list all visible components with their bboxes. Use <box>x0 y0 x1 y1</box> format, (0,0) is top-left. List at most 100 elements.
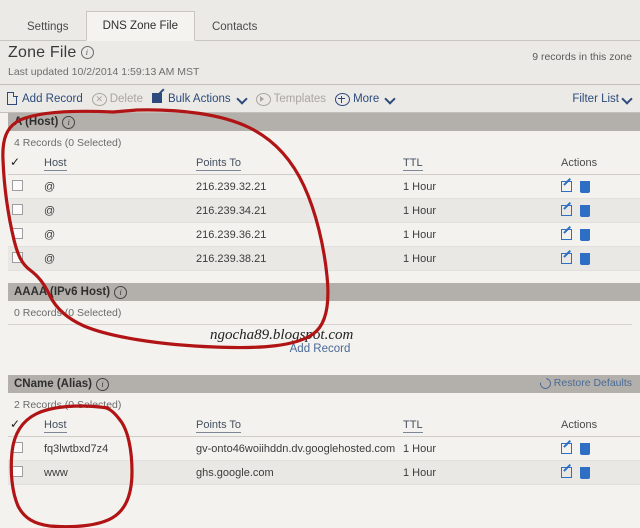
more-button[interactable]: More <box>335 92 395 106</box>
delete-button[interactable]: ✕ Delete <box>91 92 143 106</box>
row-actions <box>561 437 640 461</box>
table-row[interactable]: @ 216.239.36.21 1 Hour <box>8 222 640 247</box>
row-host: @ <box>44 204 56 217</box>
row-select-cell[interactable] <box>8 461 44 485</box>
row-host: @ <box>44 252 56 265</box>
row-select-cell[interactable] <box>8 247 44 271</box>
tab-contacts[interactable]: Contacts <box>195 13 274 40</box>
bulk-actions-label: Bulk Actions <box>167 92 231 105</box>
row-actions <box>561 461 640 485</box>
row-checkbox[interactable] <box>12 179 23 191</box>
restore-defaults-label: Restore Defaults <box>553 377 632 389</box>
row-select-cell[interactable] <box>8 437 44 461</box>
tab-contacts-label: Contacts <box>211 21 258 33</box>
tab-strip: Settings DNS Zone File Contacts <box>0 0 640 41</box>
records-table: ✓ Host Points To TTL Actions fq3lwtbxd7z… <box>8 416 640 485</box>
toolbar-actions: Add Record ✕ Delete Bulk Actions Templat… <box>6 85 395 112</box>
table-row[interactable]: @ 216.239.38.21 1 Hour <box>8 246 640 271</box>
filter-list-label: Filter List <box>572 92 619 105</box>
row-points-to: 216.239.36.21 <box>196 228 267 241</box>
tab-list: Settings DNS Zone File Contacts <box>10 11 274 41</box>
circle-plus-icon <box>335 92 351 106</box>
column-host-label: Host <box>44 419 67 433</box>
chevron-down-icon[interactable] <box>623 94 632 103</box>
trash-icon[interactable] <box>580 252 590 265</box>
column-points-to[interactable]: Points To <box>196 154 403 175</box>
section-header: A (Host) i <box>8 113 640 131</box>
tab-dns-zone-file-label: DNS Zone File <box>102 20 178 32</box>
tab-dns-zone-file[interactable]: DNS Zone File <box>85 11 195 41</box>
section-header: CName (Alias) i Restore Defaults <box>8 375 640 393</box>
trash-icon[interactable] <box>580 466 590 479</box>
templates-button[interactable]: Templates <box>255 92 326 106</box>
restore-defaults-button[interactable]: Restore Defaults <box>537 375 632 391</box>
table-row[interactable]: @ 216.239.34.21 1 Hour <box>8 198 640 223</box>
column-actions-label: Actions <box>561 157 598 169</box>
column-points-to[interactable]: Points To <box>196 416 403 437</box>
column-ttl-label: TTL <box>403 157 423 171</box>
section-a-host: A (Host) i 4 Records (0 Selected) ✓ Host… <box>0 113 640 283</box>
trash-icon[interactable] <box>580 204 590 217</box>
edit-icon[interactable] <box>561 467 572 478</box>
column-ttl[interactable]: TTL <box>403 154 561 175</box>
section-record-summary: 0 Records (0 Selected) <box>14 307 122 319</box>
trash-icon[interactable] <box>580 228 590 241</box>
edit-icon[interactable] <box>561 253 572 264</box>
row-select-cell[interactable] <box>8 175 44 199</box>
row-host: www <box>44 466 68 479</box>
info-icon[interactable]: i <box>114 285 128 299</box>
check-icon: ✓ <box>10 155 21 169</box>
chevron-down-icon[interactable] <box>238 94 247 103</box>
filter-list-button[interactable]: Filter List <box>572 85 632 112</box>
title-band: Zone File i Last updated 10/2/2014 1:59:1… <box>0 41 640 85</box>
column-actions: Actions <box>561 154 640 175</box>
chevron-down-icon[interactable] <box>386 94 395 103</box>
section-record-summary: 2 Records (0 Selected) <box>14 399 122 411</box>
zone-sections: A (Host) i 4 Records (0 Selected) ✓ Host… <box>0 113 640 528</box>
column-host-label: Host <box>44 157 67 171</box>
edit-icon[interactable] <box>561 181 572 192</box>
info-icon[interactable]: i <box>62 115 76 129</box>
row-ttl: 1 Hour <box>403 180 437 193</box>
info-icon[interactable]: i <box>80 46 94 59</box>
row-select-cell[interactable] <box>8 223 44 247</box>
table-row[interactable]: fq3lwtbxd7z4 gv-onto46woiihddn.dv.google… <box>8 436 640 461</box>
row-checkbox[interactable] <box>12 251 23 263</box>
row-ttl: 1 Hour <box>403 228 437 241</box>
trash-icon[interactable] <box>580 442 590 455</box>
row-points-to: 216.239.32.21 <box>196 180 267 193</box>
info-icon[interactable]: i <box>95 377 109 391</box>
row-ttl: 1 Hour <box>403 252 437 265</box>
column-actions-label: Actions <box>561 419 598 431</box>
column-ttl[interactable]: TTL <box>403 416 561 437</box>
column-points-to-label: Points To <box>196 157 242 171</box>
row-checkbox[interactable] <box>12 203 23 215</box>
row-ttl: 1 Hour <box>403 204 437 217</box>
column-ttl-label: TTL <box>403 419 423 433</box>
circle-play-icon <box>255 92 271 106</box>
section-title: AAAA (IPv6 Host) <box>14 286 111 298</box>
table-header-row: ✓ Host Points To TTL Actions <box>8 154 640 175</box>
bulk-actions-button[interactable]: Bulk Actions <box>151 92 247 105</box>
row-points-to: ghs.google.com <box>196 466 274 479</box>
row-checkbox[interactable] <box>12 227 23 239</box>
add-record-button[interactable]: Add Record <box>6 92 83 105</box>
tab-settings-label: Settings <box>27 21 69 33</box>
edit-icon[interactable] <box>561 443 572 454</box>
row-select-cell[interactable] <box>8 199 44 223</box>
row-ttl: 1 Hour <box>403 442 437 455</box>
select-all-header[interactable]: ✓ <box>8 154 44 175</box>
row-checkbox[interactable] <box>12 441 23 453</box>
column-host[interactable]: Host <box>44 154 196 175</box>
tab-settings[interactable]: Settings <box>10 13 86 40</box>
table-row[interactable]: @ 216.239.32.21 1 Hour <box>8 174 640 199</box>
select-all-header[interactable]: ✓ <box>8 416 44 437</box>
edit-icon[interactable] <box>561 229 572 240</box>
trash-icon[interactable] <box>580 180 590 193</box>
column-host[interactable]: Host <box>44 416 196 437</box>
row-host: fq3lwtbxd7z4 <box>44 442 109 455</box>
edit-icon[interactable] <box>561 205 572 216</box>
row-checkbox[interactable] <box>12 465 23 477</box>
table-row[interactable]: www ghs.google.com 1 Hour <box>8 460 640 485</box>
